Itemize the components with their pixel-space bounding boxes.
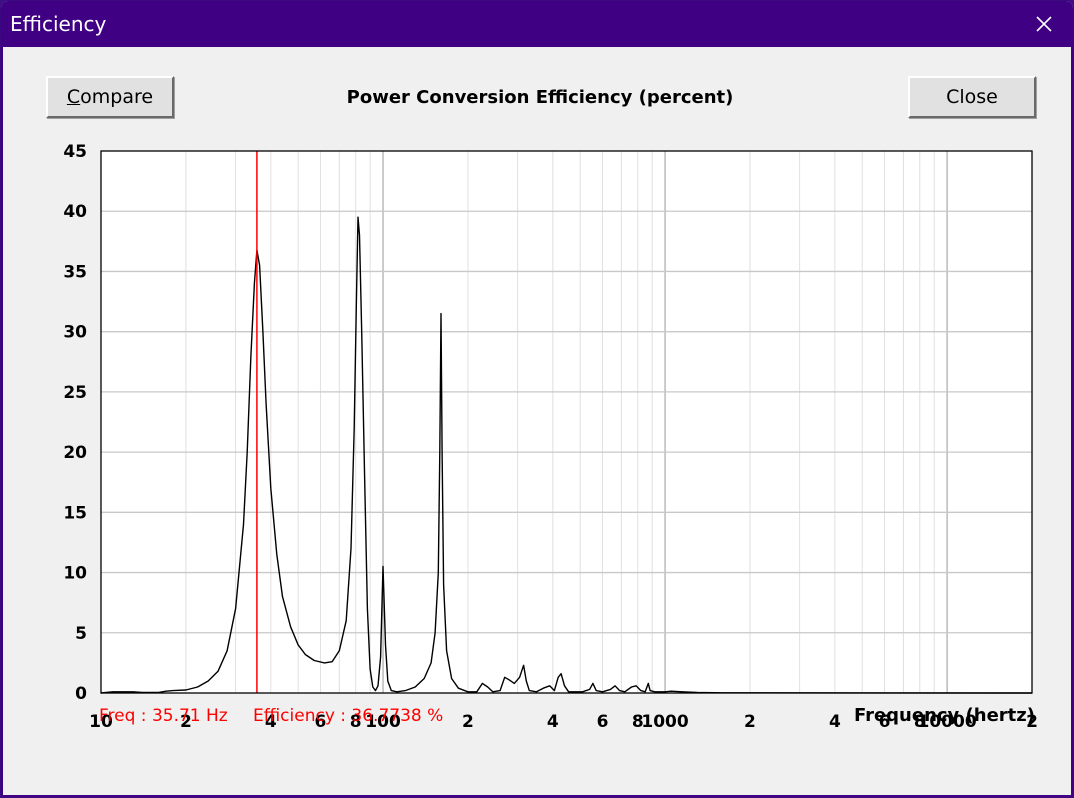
efficiency-window: Efficiency Compare Power Conversion Effi…	[0, 0, 1074, 798]
plot-area	[101, 151, 1032, 693]
x-tick-label: 2	[744, 712, 756, 732]
x-tick-label: 1000	[641, 712, 688, 732]
y-tick-label: 45	[63, 142, 87, 162]
y-tick-label: 25	[63, 383, 87, 403]
x-tick-label: 4	[547, 712, 559, 732]
y-tick-label: 35	[63, 262, 87, 282]
y-tick-label: 15	[63, 503, 87, 523]
efficiency-readout: Efficiency : 36.7738 %	[253, 706, 444, 726]
y-tick-label: 20	[63, 443, 87, 463]
y-tick-label: 40	[63, 202, 87, 222]
x-tick-label: 2	[462, 712, 474, 732]
y-tick-label: 0	[75, 684, 87, 704]
x-axis-label: Frequency (hertz)	[853, 705, 1035, 726]
x-tick-label: 6	[597, 712, 609, 732]
x-tick-label: 4	[829, 712, 841, 732]
y-tick-label: 30	[63, 323, 87, 343]
y-tick-label: 5	[75, 624, 87, 644]
y-tick-label: 10	[63, 564, 87, 584]
efficiency-chart[interactable]: 05101520253035404510 2 4 6 8 100 2 4 6 81000 2 4 6 81…	[1, 1, 1073, 797]
frequency-readout: Freq : 35.71 Hz	[99, 706, 228, 726]
